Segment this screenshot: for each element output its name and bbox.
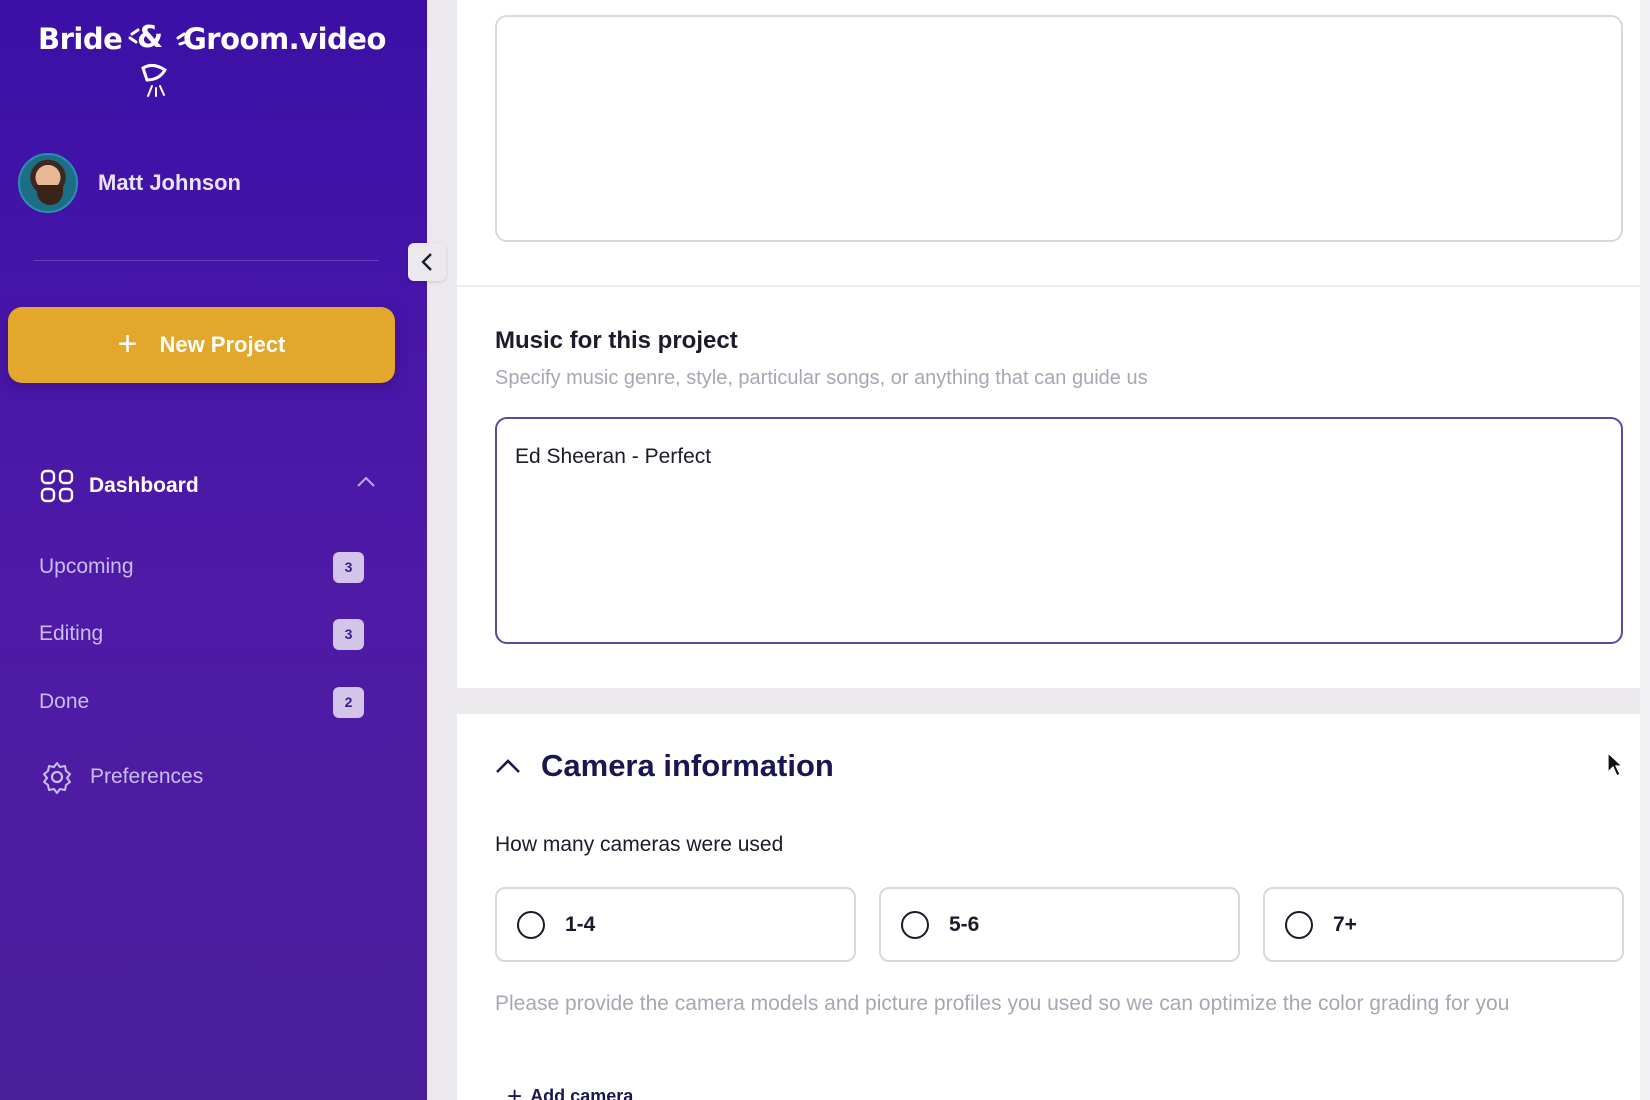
preferences-label: Preferences bbox=[90, 765, 204, 788]
chevron-left-icon bbox=[421, 253, 432, 271]
chevron-up-icon[interactable] bbox=[495, 758, 521, 774]
user-name: Matt Johnson bbox=[98, 170, 241, 195]
dashboard-grid-icon bbox=[40, 469, 74, 503]
dashboard-label: Dashboard bbox=[89, 474, 199, 497]
sidebar-item-editing[interactable]: Editing 3 bbox=[39, 617, 364, 651]
camera-section-header[interactable]: Camera information bbox=[495, 748, 834, 784]
section-divider bbox=[457, 285, 1650, 287]
camera-count-option-7-plus[interactable]: 7+ bbox=[1263, 887, 1624, 962]
user-profile[interactable]: Matt Johnson bbox=[18, 153, 241, 213]
radio-label: 7+ bbox=[1333, 912, 1357, 936]
camera-help-text: Please provide the camera models and pic… bbox=[495, 992, 1510, 1015]
count-badge: 2 bbox=[333, 686, 364, 718]
radio-icon[interactable] bbox=[1285, 910, 1313, 939]
camera-count-option-1-4[interactable]: 1-4 bbox=[495, 887, 856, 962]
sidebar-item-upcoming[interactable]: Upcoming 3 bbox=[39, 550, 364, 584]
add-camera-button[interactable]: + Add camera bbox=[507, 1083, 633, 1100]
add-camera-label: Add camera bbox=[530, 1085, 634, 1100]
sidebar-divider bbox=[34, 260, 379, 261]
radio-icon[interactable] bbox=[901, 910, 929, 939]
brand-logo[interactable]: Bride & Groom.video bbox=[38, 16, 386, 100]
brand-camera-icon bbox=[128, 28, 188, 97]
new-project-button[interactable]: + New Project bbox=[8, 307, 395, 383]
sidebar-item-done[interactable]: Done 2 bbox=[39, 685, 364, 719]
main-content: Music for this project Specify music gen… bbox=[457, 0, 1650, 1100]
camera-section-title: Camera information bbox=[541, 748, 834, 783]
count-badge: 3 bbox=[333, 618, 364, 650]
plus-icon: + bbox=[507, 1081, 523, 1100]
camera-count-question: How many cameras were used bbox=[495, 833, 784, 856]
sidebar-item-label: Done bbox=[39, 690, 90, 713]
avatar[interactable] bbox=[18, 153, 78, 213]
sidebar: Bride & Groom.video Matt Johnson + New P… bbox=[0, 0, 427, 1100]
section-band bbox=[457, 688, 1650, 714]
plus-icon: + bbox=[117, 324, 138, 363]
collapse-sidebar-button[interactable] bbox=[408, 243, 446, 281]
notes-textarea[interactable] bbox=[495, 15, 1623, 242]
mouse-cursor-icon bbox=[1607, 752, 1623, 777]
radio-label: 5-6 bbox=[949, 912, 980, 936]
camera-count-option-5-6[interactable]: 5-6 bbox=[879, 887, 1240, 962]
chevron-up-icon[interactable] bbox=[356, 476, 376, 488]
brand-text-right: Groom.video bbox=[183, 22, 386, 56]
music-textarea[interactable]: Ed Sheeran - Perfect bbox=[495, 417, 1623, 644]
window-edge bbox=[1640, 0, 1650, 1100]
sidebar-item-label: Upcoming bbox=[39, 555, 134, 578]
radio-label: 1-4 bbox=[565, 912, 596, 936]
brand-text-left: Bride bbox=[38, 22, 123, 56]
sidebar-item-preferences[interactable]: Preferences bbox=[40, 760, 203, 794]
count-badge: 3 bbox=[333, 551, 364, 583]
sidebar-item-label: Editing bbox=[39, 622, 104, 645]
new-project-label: New Project bbox=[159, 332, 286, 357]
sidebar-item-dashboard[interactable]: Dashboard bbox=[40, 468, 376, 504]
music-section-title: Music for this project bbox=[495, 327, 738, 354]
radio-icon[interactable] bbox=[517, 910, 545, 939]
music-section-subtitle: Specify music genre, style, particular s… bbox=[495, 367, 1148, 389]
gear-icon bbox=[43, 762, 71, 794]
content-gutter bbox=[427, 0, 457, 1100]
